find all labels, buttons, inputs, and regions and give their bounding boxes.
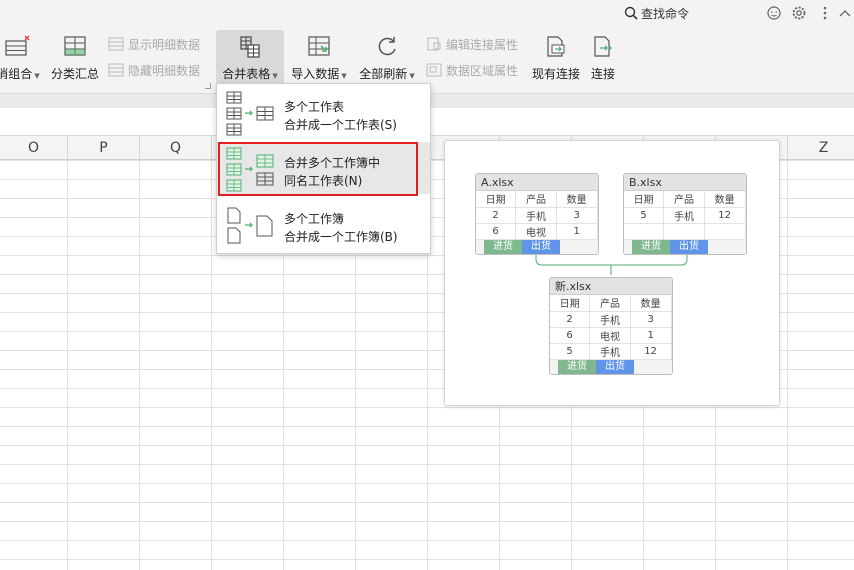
column-header-q[interactable]: Q	[140, 136, 212, 160]
sheet-tabs: 进货 出货	[550, 359, 672, 374]
highlight-frame	[218, 142, 418, 196]
more-icon[interactable]	[816, 4, 834, 22]
sheet-tab-out: 出货	[670, 239, 708, 254]
gear-icon[interactable]	[790, 4, 808, 22]
multi-sheet-to-sheet-icon	[226, 91, 274, 136]
show-detail-button[interactable]: 显示明细数据	[108, 35, 200, 53]
import-data-button[interactable]: 导入数据 ▼	[288, 30, 350, 84]
data-range-label: 数据区域属性	[446, 63, 519, 78]
subtotal-button[interactable]: 分类汇总	[48, 30, 102, 84]
sheet-tabs: 进货 出货	[476, 239, 598, 254]
collapse-ribbon-icon[interactable]	[836, 4, 854, 22]
subtotal-label: 分类汇总	[50, 67, 99, 81]
ungroup-icon	[5, 35, 30, 56]
existing-connection-label: 现有连接	[531, 67, 580, 81]
sheet-tabs: 进货 出货	[624, 239, 746, 254]
header-date: 日期	[624, 191, 665, 208]
menu-item-line2: 合并成一个工作表(S)	[284, 118, 397, 132]
edit-connection-label: 编辑连接属性	[446, 37, 519, 52]
workbook-b: B.xlsx 日期 产品 数量 5 手机 12 进货 出货	[623, 173, 747, 255]
existing-connection-button[interactable]: 现有连接	[528, 30, 584, 84]
connect-icon	[594, 36, 612, 57]
group-dialog-launcher[interactable]	[205, 83, 211, 89]
sheet-tab-out: 出货	[522, 239, 560, 254]
column-header-z[interactable]: Z	[788, 136, 854, 160]
multi-workbook-to-workbook-icon	[227, 207, 273, 244]
table-row	[624, 223, 746, 240]
header-product: 产品	[515, 191, 557, 208]
refresh-all-label: 全部刷新	[359, 67, 408, 81]
search-command-label: 查找命令	[641, 6, 690, 21]
hide-detail-icon	[108, 63, 124, 77]
chevron-down-icon: ▼	[341, 72, 347, 80]
header-product: 产品	[663, 191, 705, 208]
header-qty: 数量	[556, 191, 598, 208]
sheet-tab-in: 进货	[484, 239, 522, 254]
menu-item-merge-workbooks[interactable]: 多个工作簿 合并成一个工作簿(B)	[217, 198, 430, 250]
table-row: 5 手机 12	[550, 343, 672, 360]
title-strip: 查找命令	[0, 0, 854, 26]
menu-item-merge-sheets[interactable]: 多个工作表 合并成一个工作表(S)	[217, 86, 430, 138]
chevron-down-icon: ▼	[272, 72, 278, 80]
workbook-a: A.xlsx 日期 产品 数量 2 手机 3 6 电视 1 进货 出货	[475, 173, 599, 255]
edit-connection-icon	[427, 37, 441, 51]
edit-connection-button[interactable]: 编辑连接属性	[426, 35, 518, 53]
hide-detail-button[interactable]: 隐藏明细数据	[108, 61, 200, 79]
merge-table-label: 合并表格	[222, 67, 271, 81]
merge-preview-panel: A.xlsx 日期 产品 数量 2 手机 3 6 电视 1 进货 出货 B.xlsx 日期产…	[444, 140, 780, 406]
refresh-all-button[interactable]: 全部刷新 ▼	[356, 30, 418, 84]
workbook-b-table: 日期 产品 数量 5 手机 12	[624, 191, 746, 240]
workbook-new: 新.xlsx 日期 产品 数量 2 手机 3 6 电视 1 5 手机 12 进货 出货	[549, 277, 673, 375]
chevron-down-icon: ▼	[34, 72, 40, 80]
workbook-b-title: B.xlsx	[624, 174, 746, 191]
column-header-o[interactable]: O	[0, 136, 68, 160]
table-row: 5 手机 12	[624, 207, 746, 224]
workbook-new-table: 日期 产品 数量 2 手机 3 6 电视 1 5 手机 12	[550, 295, 672, 360]
merge-table-button[interactable]: 合并表格 ▼	[216, 30, 284, 84]
import-data-icon	[308, 36, 330, 56]
menu-item-line2: 合并成一个工作簿(B)	[284, 230, 398, 244]
data-range-icon	[426, 63, 442, 77]
sheet-tab-in: 进货	[632, 239, 670, 254]
subtotal-icon	[64, 36, 86, 56]
hide-detail-label: 隐藏明细数据	[128, 63, 201, 78]
table-row: 6 电视 1	[550, 327, 672, 344]
workbook-new-title: 新.xlsx	[550, 278, 672, 295]
header-product: 产品	[589, 295, 631, 312]
table-row: 2 手机 3	[550, 311, 672, 328]
column-header-p[interactable]: P	[68, 136, 140, 160]
chevron-down-icon: ▼	[409, 72, 415, 80]
header-date: 日期	[550, 295, 591, 312]
search-command[interactable]: 查找命令	[624, 4, 689, 22]
sheet-tab-out: 出货	[596, 359, 634, 374]
refresh-icon	[378, 37, 396, 56]
existing-connection-icon	[547, 36, 565, 57]
show-detail-label: 显示明细数据	[128, 37, 201, 52]
workbook-a-title: A.xlsx	[476, 174, 598, 191]
table-row: 6 电视 1	[476, 223, 598, 240]
merge-table-icon	[240, 36, 260, 58]
data-range-button[interactable]: 数据区域属性	[426, 61, 518, 79]
header-date: 日期	[476, 191, 517, 208]
header-qty: 数量	[704, 191, 746, 208]
sheet-tab-in: 进货	[558, 359, 596, 374]
import-data-label: 导入数据	[291, 67, 340, 81]
menu-item-line1: 多个工作表	[284, 100, 345, 114]
workbook-a-table: 日期 产品 数量 2 手机 3 6 电视 1	[476, 191, 598, 240]
show-detail-icon	[108, 37, 124, 51]
table-row: 2 手机 3	[476, 207, 598, 224]
chat-icon[interactable]	[765, 4, 783, 22]
header-qty: 数量	[630, 295, 672, 312]
connect-button[interactable]: 连接	[588, 30, 618, 84]
ungroup-button[interactable]: 消组合 ▼	[0, 30, 40, 84]
search-icon	[624, 6, 638, 20]
menu-item-line1: 多个工作簿	[284, 212, 345, 226]
connect-label: 连接	[590, 67, 615, 81]
ungroup-label: 消组合	[0, 67, 33, 81]
